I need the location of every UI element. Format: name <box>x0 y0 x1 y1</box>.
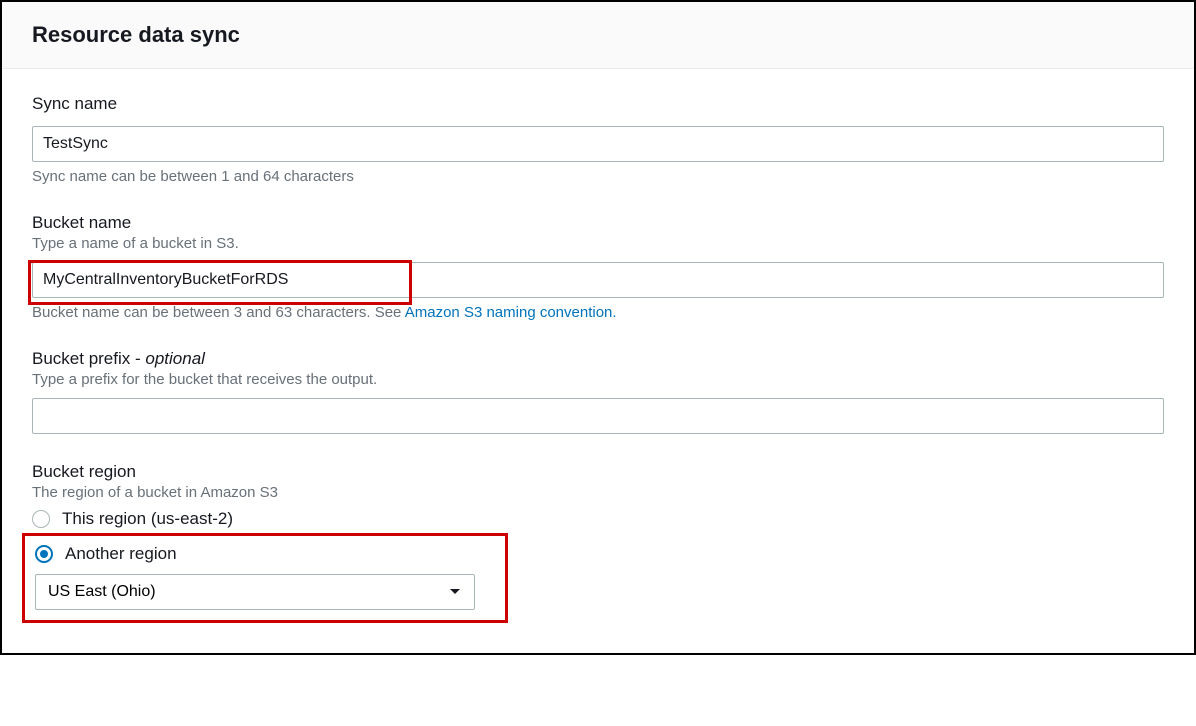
page-container: Resource data sync Sync name Sync name c… <box>0 0 1196 655</box>
form-content: Sync name Sync name can be between 1 and… <box>2 69 1194 653</box>
radio-this-region[interactable] <box>32 510 50 528</box>
bucket-prefix-label: Bucket prefix - optional <box>32 349 1164 369</box>
bucket-region-label: Bucket region <box>32 462 1164 482</box>
page-header: Resource data sync <box>2 2 1194 69</box>
region-select[interactable]: US East (Ohio) <box>35 574 475 610</box>
radio-another-region[interactable] <box>35 545 53 563</box>
sync-name-group: Sync name Sync name can be between 1 and… <box>32 94 1164 185</box>
bucket-prefix-group: Bucket prefix - optional Type a prefix f… <box>32 349 1164 434</box>
bucket-prefix-label-text: Bucket prefix - <box>32 349 145 368</box>
page-title: Resource data sync <box>32 22 1164 48</box>
bucket-name-input[interactable] <box>32 262 1164 298</box>
bucket-name-label: Bucket name <box>32 213 1164 233</box>
bucket-name-hint: Bucket name can be between 3 and 63 char… <box>32 304 1164 321</box>
radio-another-region-label: Another region <box>65 544 177 564</box>
bucket-prefix-optional: optional <box>145 349 205 368</box>
radio-another-region-row[interactable]: Another region <box>35 544 495 564</box>
s3-naming-link[interactable]: Amazon S3 naming convention. <box>405 304 617 321</box>
bucket-name-hint-text: Bucket name can be between 3 and 63 char… <box>32 304 405 321</box>
bucket-name-input-wrap <box>32 252 1164 298</box>
radio-this-region-row[interactable]: This region (us-east-2) <box>32 509 1164 529</box>
radio-this-region-label: This region (us-east-2) <box>62 509 233 529</box>
bucket-prefix-subhint: Type a prefix for the bucket that receiv… <box>32 371 1164 388</box>
sync-name-hint: Sync name can be between 1 and 64 charac… <box>32 168 1164 185</box>
another-region-highlight: Another region US East (Ohio) <box>22 533 508 623</box>
sync-name-input[interactable] <box>32 126 1164 162</box>
region-select-wrap: US East (Ohio) <box>35 574 475 610</box>
region-select-value: US East (Ohio) <box>48 583 156 600</box>
sync-name-label: Sync name <box>32 94 1164 114</box>
bucket-region-subhint: The region of a bucket in Amazon S3 <box>32 484 1164 501</box>
bucket-name-subhint: Type a name of a bucket in S3. <box>32 235 1164 252</box>
bucket-region-group: Bucket region The region of a bucket in … <box>32 462 1164 623</box>
bucket-prefix-input[interactable] <box>32 398 1164 434</box>
bucket-name-group: Bucket name Type a name of a bucket in S… <box>32 213 1164 321</box>
